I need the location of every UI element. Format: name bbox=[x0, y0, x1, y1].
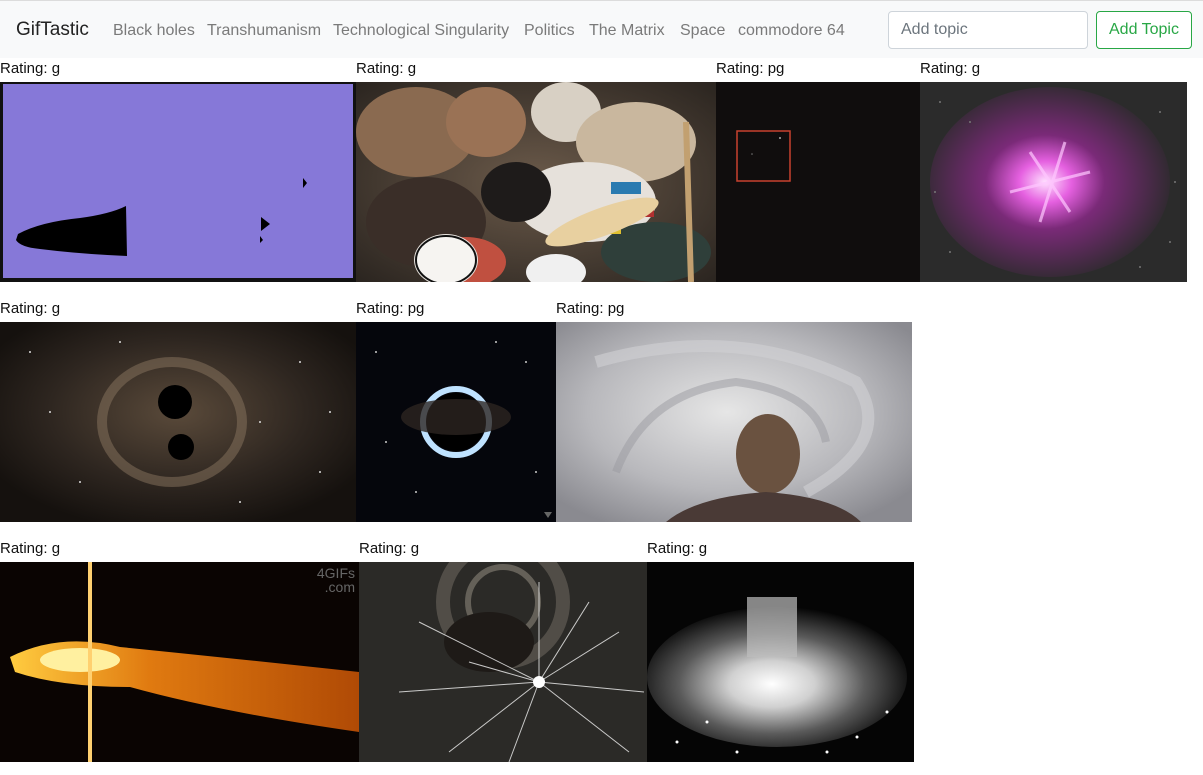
gif-rating: Rating: pg bbox=[556, 300, 625, 317]
gif-rating: Rating: pg bbox=[716, 60, 785, 77]
brand-logo[interactable]: GifTastic bbox=[16, 19, 89, 41]
topic-link-transhumanism[interactable]: Transhumanism bbox=[207, 21, 321, 40]
gif-rating: Rating: g bbox=[0, 540, 61, 557]
gif-rating: Rating: g bbox=[920, 60, 981, 77]
gif-image-dark-square[interactable] bbox=[716, 82, 920, 282]
gif-rating: Rating: g bbox=[0, 300, 61, 317]
topic-link-the-matrix[interactable]: The Matrix bbox=[589, 21, 665, 40]
topic-link-commodore-64[interactable]: commodore 64 bbox=[738, 21, 845, 40]
gif-image-white-explosion[interactable] bbox=[647, 562, 914, 762]
topic-link-technological-singularity[interactable]: Technological Singularity bbox=[333, 21, 509, 40]
add-topic-button[interactable]: Add Topic bbox=[1096, 11, 1192, 49]
gif-image-binary-black-holes[interactable] bbox=[0, 322, 356, 522]
gif-rating: Rating: pg bbox=[356, 300, 425, 317]
gif-rating: Rating: g bbox=[359, 540, 420, 557]
gif-image-black-hole-ring[interactable] bbox=[356, 322, 556, 522]
navbar: GifTastic Black holes Transhumanism Tech… bbox=[0, 0, 1203, 58]
topic-link-politics[interactable]: Politics bbox=[524, 21, 575, 40]
gif-image-band-on-floor[interactable] bbox=[356, 82, 716, 282]
add-topic-input[interactable] bbox=[888, 11, 1088, 49]
gif-rating: Rating: g bbox=[647, 540, 708, 557]
topic-link-space[interactable]: Space bbox=[680, 21, 725, 40]
gif-image-person-in-vortex[interactable] bbox=[556, 322, 912, 522]
topic-link-black-holes[interactable]: Black holes bbox=[113, 21, 195, 40]
gif-rating: Rating: g bbox=[356, 60, 417, 77]
watermark-line-2: .com bbox=[325, 579, 355, 595]
gif-image-accretion-jet[interactable]: 4GIFs .com bbox=[0, 562, 359, 762]
gif-image-pink-energy[interactable] bbox=[920, 82, 1187, 282]
gif-rating: Rating: g bbox=[0, 60, 61, 77]
gif-image-purple-shapes[interactable] bbox=[0, 82, 356, 282]
gif-image-burst-on-carpet[interactable] bbox=[359, 562, 647, 762]
